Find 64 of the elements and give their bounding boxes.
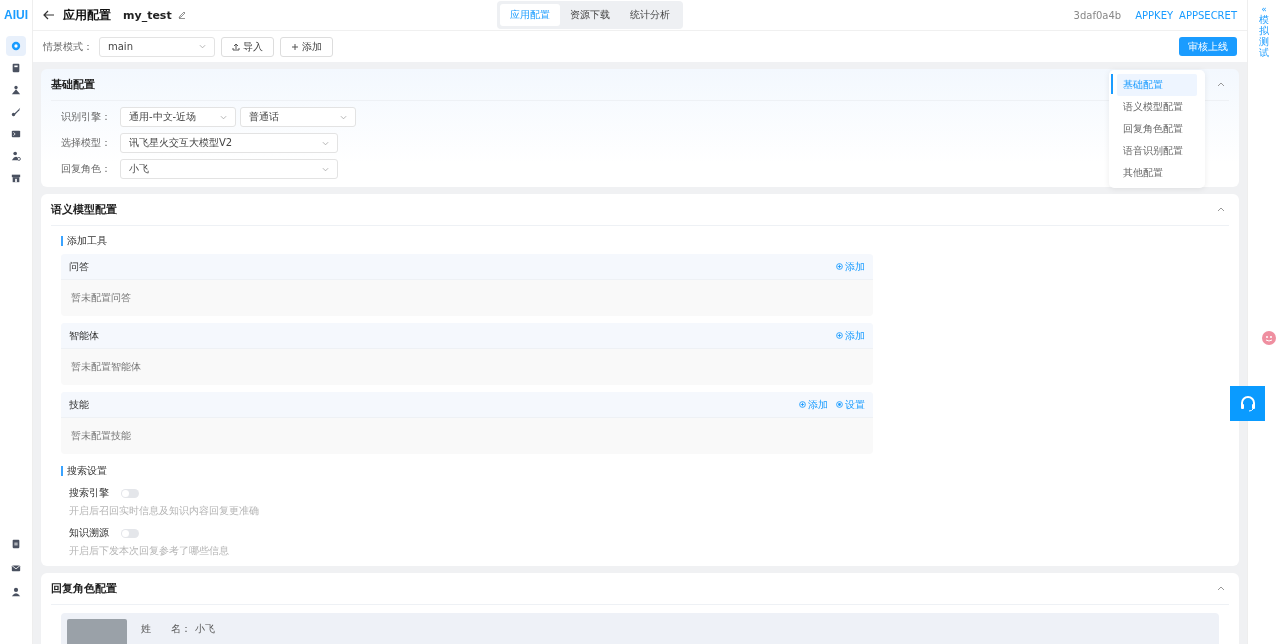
app-name: my_test bbox=[123, 8, 172, 22]
caret-icon bbox=[199, 44, 206, 49]
caret-icon bbox=[322, 140, 329, 146]
chevron-icon[interactable] bbox=[1217, 586, 1225, 591]
role-name: 小飞 bbox=[195, 622, 215, 636]
subsection-title: 添加工具 bbox=[67, 234, 107, 248]
switch-label: 知识溯源 bbox=[69, 526, 109, 540]
scene-select[interactable]: main bbox=[99, 36, 215, 57]
select-field[interactable]: 讯飞星火交互大模型V2 bbox=[120, 133, 338, 153]
mail-icon bbox=[11, 563, 21, 573]
empty-text: 暂未配置问答 bbox=[71, 291, 131, 305]
app-id: 3daf0a4b bbox=[1073, 9, 1122, 21]
user-gear-icon bbox=[11, 151, 21, 161]
plus-circle-icon bbox=[836, 332, 843, 339]
caret-icon bbox=[322, 166, 329, 172]
field-label: 选择模型： bbox=[61, 136, 112, 150]
back-arrow-icon[interactable] bbox=[43, 10, 55, 20]
hint-text: 开启后下发本次回复参考了哪些信息 bbox=[68, 544, 230, 558]
section-title: 语义模型配置 bbox=[51, 202, 117, 217]
chevron-icon[interactable] bbox=[1217, 207, 1225, 212]
select-field[interactable]: 普通话 bbox=[240, 107, 356, 127]
page-title: 应用配置 bbox=[63, 6, 111, 24]
anchor-item[interactable]: 回复角色配置 bbox=[1117, 118, 1197, 140]
plus-circle-icon bbox=[836, 263, 843, 270]
toggle-switch[interactable] bbox=[121, 488, 139, 498]
hint-text: 开启后召回实时信息及知识内容回复更准确 bbox=[68, 504, 260, 518]
add-button[interactable]: 添加 bbox=[280, 36, 333, 57]
support-button[interactable] bbox=[1230, 386, 1265, 421]
user-icon bbox=[11, 587, 21, 597]
anchor-item[interactable]: 语音识别配置 bbox=[1117, 140, 1197, 162]
book-icon bbox=[11, 63, 21, 73]
plus-icon bbox=[291, 42, 299, 51]
section-title: 回复角色配置 bbox=[51, 581, 117, 596]
tool-name: 技能 bbox=[69, 397, 89, 412]
empty-text: 暂未配置智能体 bbox=[71, 360, 141, 374]
field-label: 回复角色： bbox=[61, 162, 112, 176]
plus-circle-icon bbox=[799, 401, 806, 408]
store-icon bbox=[11, 173, 21, 183]
settings-icon bbox=[836, 401, 843, 408]
select-field[interactable]: 通用-中文-近场 bbox=[120, 107, 236, 127]
edit-icon[interactable] bbox=[177, 11, 186, 19]
caret-icon bbox=[220, 114, 227, 120]
headset-icon bbox=[1238, 394, 1257, 413]
anchor-item[interactable]: 其他配置 bbox=[1117, 162, 1197, 184]
field-label: 姓 名： bbox=[141, 622, 191, 636]
empty-text: 暂未配置技能 bbox=[71, 429, 131, 443]
scene-label: 情景模式： bbox=[43, 39, 93, 54]
tab[interactable]: 统计分析 bbox=[619, 4, 680, 26]
switch-label: 搜索引擎 bbox=[69, 486, 109, 500]
tab[interactable]: 资源下载 bbox=[559, 4, 620, 26]
field-label: 识别引擎： bbox=[61, 110, 112, 124]
toggle-switch[interactable] bbox=[121, 528, 139, 538]
chevron-icon[interactable] bbox=[1217, 82, 1225, 87]
anchor-item[interactable]: 语义模型配置 bbox=[1117, 96, 1197, 118]
section-title: 基础配置 bbox=[51, 77, 95, 92]
terminal-icon bbox=[11, 129, 21, 139]
doc-icon bbox=[11, 539, 21, 549]
tool-name: 智能体 bbox=[69, 328, 99, 343]
tool-name: 问答 bbox=[69, 259, 89, 274]
subsection-title: 搜索设置 bbox=[67, 464, 107, 478]
upload-icon bbox=[232, 42, 240, 51]
import-button[interactable]: 导入 bbox=[221, 36, 274, 57]
select-field[interactable]: 小飞 bbox=[120, 159, 338, 179]
caret-icon bbox=[340, 114, 347, 120]
